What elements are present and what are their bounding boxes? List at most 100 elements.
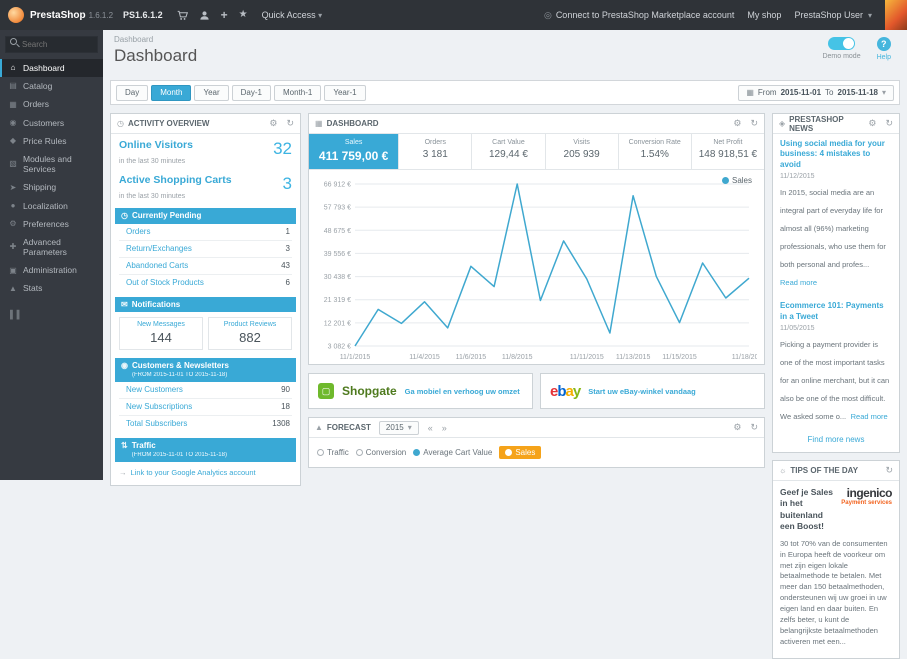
news-headline-link[interactable]: Ecommerce 101: Payments in a Tweet	[780, 301, 892, 322]
sidebar-item-label: Advanced Parameters	[23, 236, 67, 258]
gear-icon[interactable]: ⚙	[733, 422, 741, 433]
find-more-news-link[interactable]: Find more news	[773, 430, 899, 452]
pending-returns-link[interactable]: Return/Exchanges	[126, 244, 192, 253]
sidebar-item-customers[interactable]: ◉ Customers	[0, 114, 103, 132]
search-input[interactable]	[5, 36, 98, 53]
ebay-logo: ebay	[550, 382, 581, 400]
chart-legend[interactable]: Sales	[721, 176, 752, 185]
shopgate-link[interactable]: Ga mobiel en verhoog uw omzet	[405, 387, 520, 396]
news-article: Using social media for your business: 4 …	[773, 134, 899, 296]
sidebar-item-dashboard[interactable]: ⌂ Dashboard	[0, 59, 103, 78]
sidebar-item-catalog[interactable]: ▤ Catalog	[0, 77, 103, 95]
sidebar-item-advanced-parameters[interactable]: ✚ Advanced Parameters	[0, 233, 103, 261]
toggle-switch[interactable]	[828, 37, 856, 50]
read-more-link[interactable]: Read more	[851, 412, 888, 421]
kpi-tab-orders[interactable]: Orders 3 181	[399, 134, 473, 169]
gear-icon[interactable]: ⚙	[269, 118, 277, 129]
refresh-icon[interactable]: ↻	[286, 118, 294, 129]
sidebar-item-label: Orders	[23, 99, 49, 110]
year-select[interactable]: 2015 ▾	[378, 420, 419, 435]
right-column: ◈ PRESTASHOP NEWS ⚙ ↻ Using social media…	[772, 113, 900, 659]
cart-icon[interactable]	[177, 10, 188, 21]
kpi-tab-sales[interactable]: Sales 411 759,00 €	[309, 134, 400, 169]
total-subscribers-link[interactable]: Total Subscribers	[126, 419, 187, 428]
previous-year-button[interactable]: «	[428, 423, 433, 433]
sidebar-item-label: Shipping	[23, 182, 57, 193]
ebay-promo[interactable]: ebay Start uw eBay-winkel vandaag	[540, 373, 765, 409]
kpi-tab-conversion-rate[interactable]: Conversion Rate 1.54%	[619, 134, 692, 169]
period-button-month-1[interactable]: Month-1	[273, 84, 322, 101]
customer-icon[interactable]	[199, 10, 210, 21]
new-customers-link[interactable]: New Customers	[126, 385, 183, 394]
legend-label: Traffic	[327, 448, 349, 457]
sidebar-item-label: Stats	[23, 283, 43, 294]
quick-access-menu[interactable]: Quick Access ▾	[262, 10, 323, 20]
legend-toggle-sales[interactable]: Sales	[499, 446, 542, 459]
refresh-icon[interactable]: ↻	[885, 465, 893, 476]
active-carts-value: 3	[282, 174, 292, 193]
period-button-day-1[interactable]: Day-1	[231, 84, 271, 101]
pending-orders-link[interactable]: Orders	[126, 227, 150, 236]
user-name: PrestaShop User	[794, 10, 863, 20]
gear-icon[interactable]: ⚙	[733, 118, 741, 129]
period-button-day[interactable]: Day	[116, 84, 149, 101]
legend-toggle-average-cart-value[interactable]: Average Cart Value	[413, 448, 492, 457]
new-messages-cell[interactable]: New Messages 144	[119, 317, 203, 351]
sidebar-item-administration[interactable]: ▣ Administration	[0, 261, 103, 279]
date-from-label: From	[757, 88, 777, 97]
sidebar-item-modules[interactable]: ▧ Modules and Services	[0, 150, 103, 178]
period-button-year[interactable]: Year	[194, 84, 229, 101]
shop-name[interactable]: PS1.6.1.2	[123, 10, 163, 20]
main-content: Dashboard Dashboard Demo mode ? Help Day…	[103, 30, 907, 659]
new-subscriptions-link[interactable]: New Subscriptions	[126, 402, 192, 411]
sidebar-item-orders[interactable]: ▦ Orders	[0, 95, 103, 113]
out-of-stock-link[interactable]: Out of Stock Products	[126, 278, 204, 287]
google-analytics-link[interactable]: → Link to your Google Analytics account	[111, 462, 300, 485]
my-shop-link[interactable]: My shop	[747, 10, 781, 20]
user-menu[interactable]: PrestaShop User ▾	[794, 10, 872, 20]
collapse-menu-button[interactable]: ▌▌	[10, 310, 103, 319]
read-more-link[interactable]: Read more	[780, 278, 817, 287]
next-year-button[interactable]: »	[442, 423, 447, 433]
demo-mode-toggle[interactable]: Demo mode	[822, 37, 861, 60]
shopgate-promo[interactable]: ▢ Shopgate Ga mobiel en verhoog uw omzet	[308, 373, 533, 409]
ebay-link[interactable]: Start uw eBay-winkel vandaag	[588, 387, 696, 396]
news-headline-link[interactable]: Using social media for your business: 4 …	[780, 139, 892, 170]
period-button-year-1[interactable]: Year-1	[324, 84, 366, 101]
breadcrumb[interactable]: Dashboard	[103, 30, 907, 44]
kpi-tab-cart-value[interactable]: Cart Value 129,44 €	[472, 134, 546, 169]
sidebar-item-price-rules[interactable]: ◆ Price Rules	[0, 132, 103, 150]
legend-toggle-conversion[interactable]: Conversion	[355, 448, 407, 457]
kpi-label: Visits	[573, 139, 590, 146]
product-reviews-value: 882	[239, 330, 261, 346]
middle-column: ▦ DASHBOARD ⚙ ↻ Sales 411 759,00 € Order…	[308, 113, 765, 468]
help-button[interactable]: ? Help	[877, 37, 891, 61]
sidebar-item-localization[interactable]: ● Localization	[0, 197, 103, 215]
legend-toggle-traffic[interactable]: Traffic	[317, 448, 349, 457]
add-icon[interactable]: +	[221, 9, 228, 21]
active-carts-label[interactable]: Active Shopping Carts	[119, 174, 232, 187]
tips-text: 30 tot 70% van de consumenten in Europa …	[780, 538, 888, 646]
product-reviews-cell[interactable]: Product Reviews 882	[208, 317, 292, 351]
sidebar-item-stats[interactable]: ▲ Stats	[0, 279, 103, 297]
refresh-icon[interactable]: ↻	[750, 422, 758, 433]
marketplace-link[interactable]: ◎ Connect to PrestaShop Marketplace acco…	[544, 10, 734, 21]
gear-icon[interactable]: ⚙	[868, 118, 876, 129]
user-avatar[interactable]	[885, 0, 907, 30]
abandoned-carts-link[interactable]: Abandoned Carts	[126, 261, 188, 270]
date-range-picker[interactable]: ▦ From 2015-11-01 To 2015-11-18 ▾	[738, 84, 894, 101]
kpi-tab-net-profit[interactable]: Net Profit 148 918,51 €	[692, 134, 764, 169]
refresh-icon[interactable]: ↻	[885, 118, 893, 129]
kpi-tab-visits[interactable]: Visits 205 939	[546, 134, 619, 169]
star-icon[interactable]: ★	[239, 10, 248, 20]
legend-label: Conversion	[365, 448, 407, 457]
period-button-month[interactable]: Month	[151, 84, 192, 101]
refresh-icon[interactable]: ↻	[750, 118, 758, 129]
pending-returns-value: 3	[285, 244, 290, 254]
sidebar-item-shipping[interactable]: ➤ Shipping	[0, 178, 103, 196]
chevron-down-icon: ▾	[867, 10, 872, 20]
kpi-label: Orders	[424, 139, 446, 146]
online-visitors-label[interactable]: Online Visitors	[119, 139, 193, 152]
sidebar-item-preferences[interactable]: ⚙ Preferences	[0, 215, 103, 233]
ebay-letter: a	[565, 382, 574, 400]
